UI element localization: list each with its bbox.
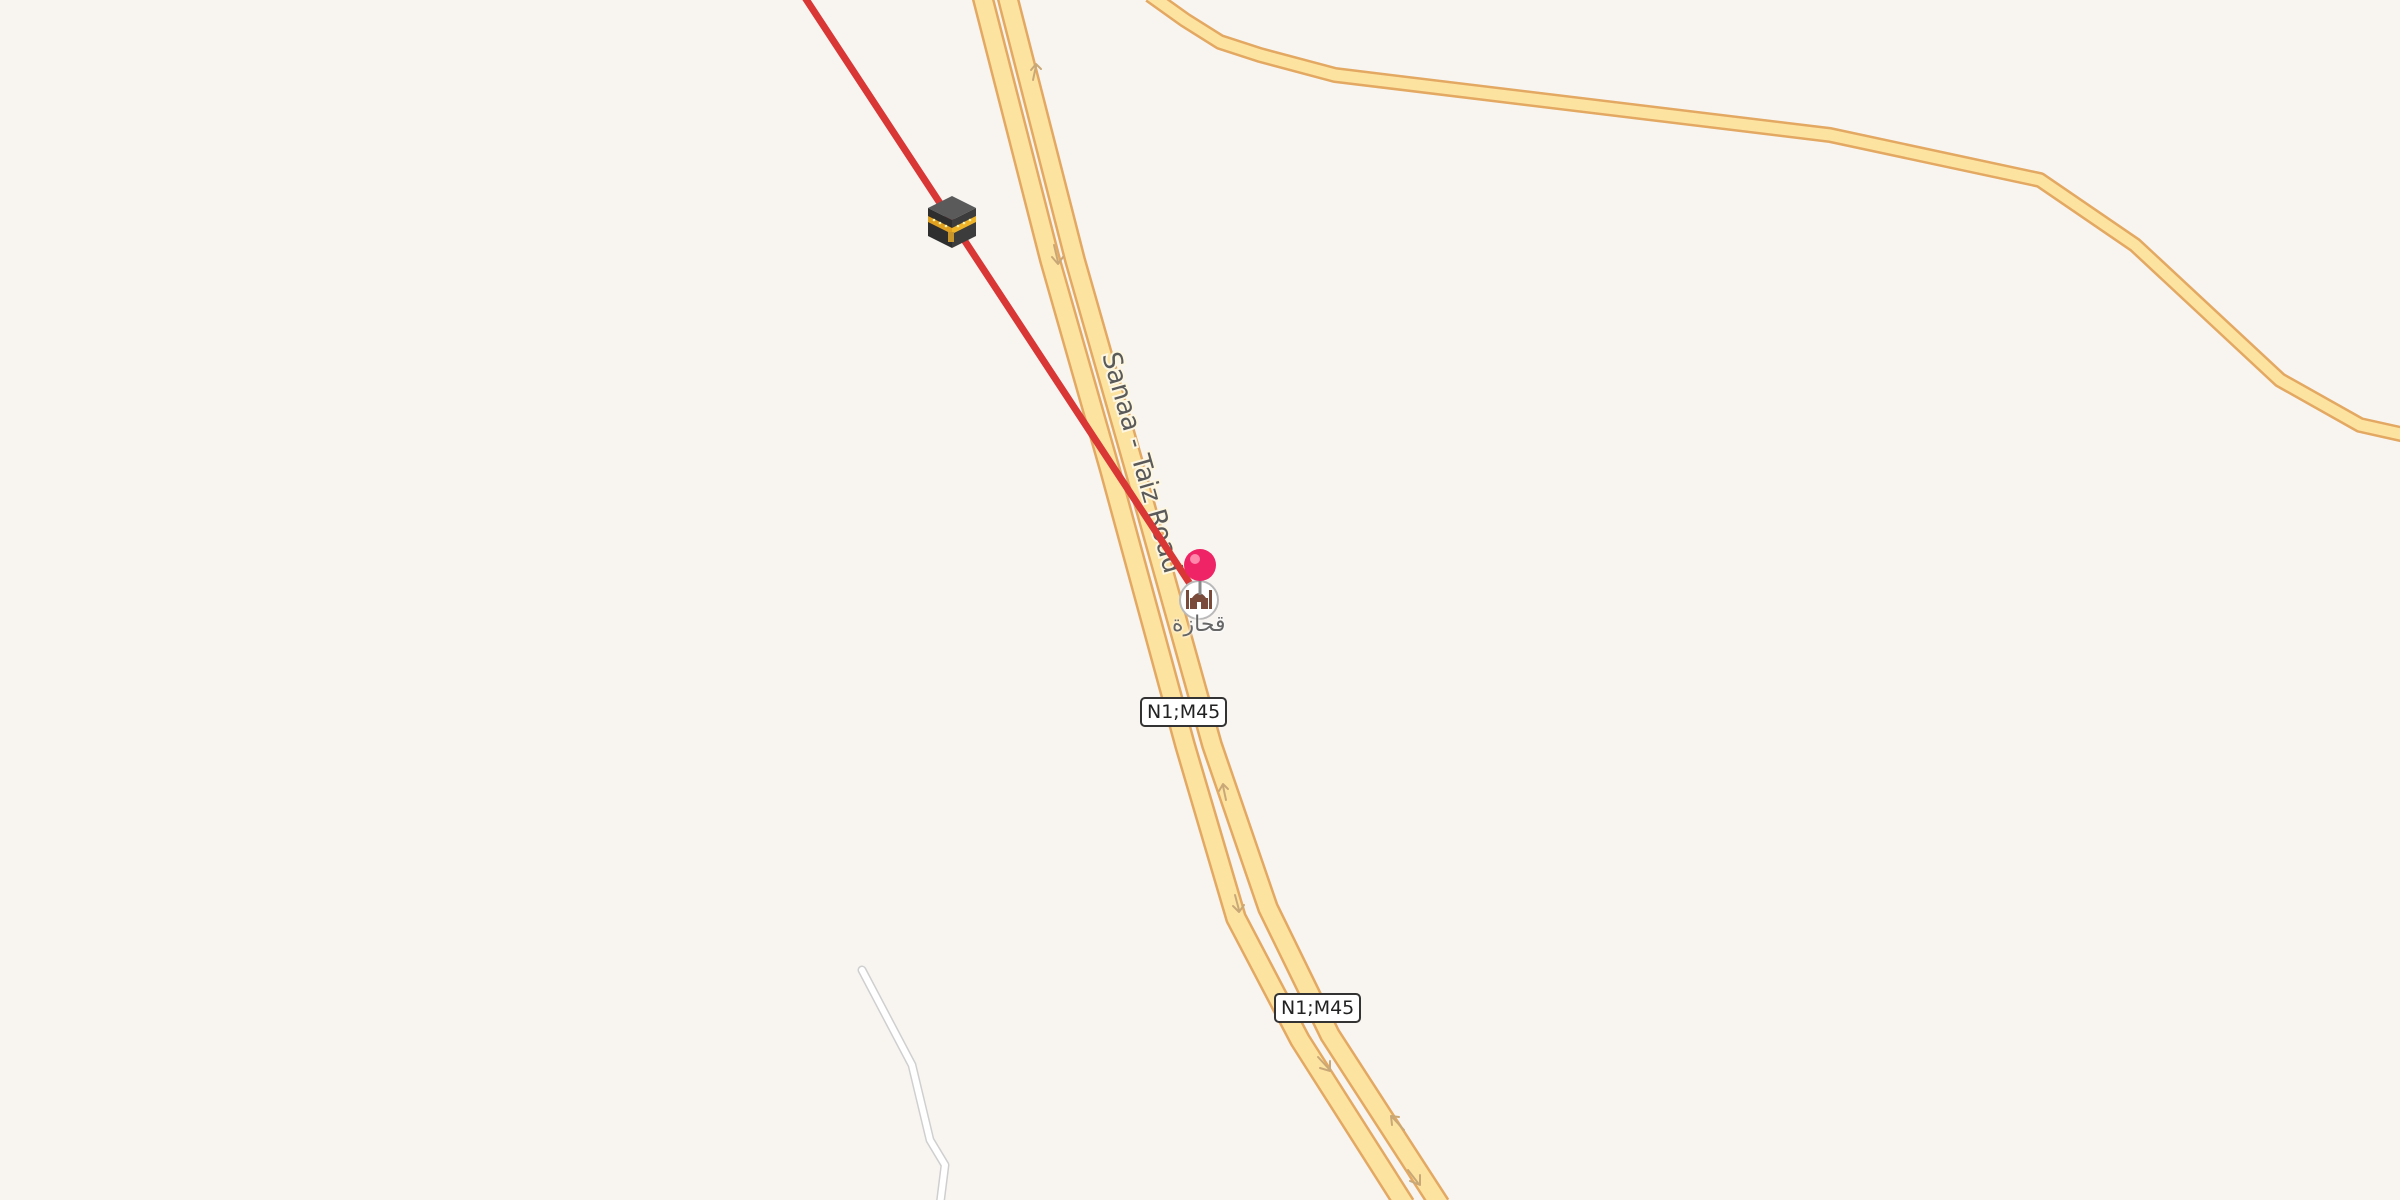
map-canvas[interactable]: Sanaa - Taiz Road قحازة N1;M45 N1;M45 xyxy=(0,0,2400,1200)
track-path xyxy=(857,965,950,1200)
main-road-east-lane xyxy=(996,0,1450,1200)
place-name-label: قحازة xyxy=(1172,612,1226,637)
map-layer: Sanaa - Taiz Road xyxy=(802,0,2400,1200)
kaaba-icon xyxy=(928,196,976,248)
road-ref-shield: N1;M45 xyxy=(1274,993,1362,1023)
secondary-road xyxy=(1145,0,2400,443)
road-ref-shield: N1;M45 xyxy=(1140,697,1228,727)
